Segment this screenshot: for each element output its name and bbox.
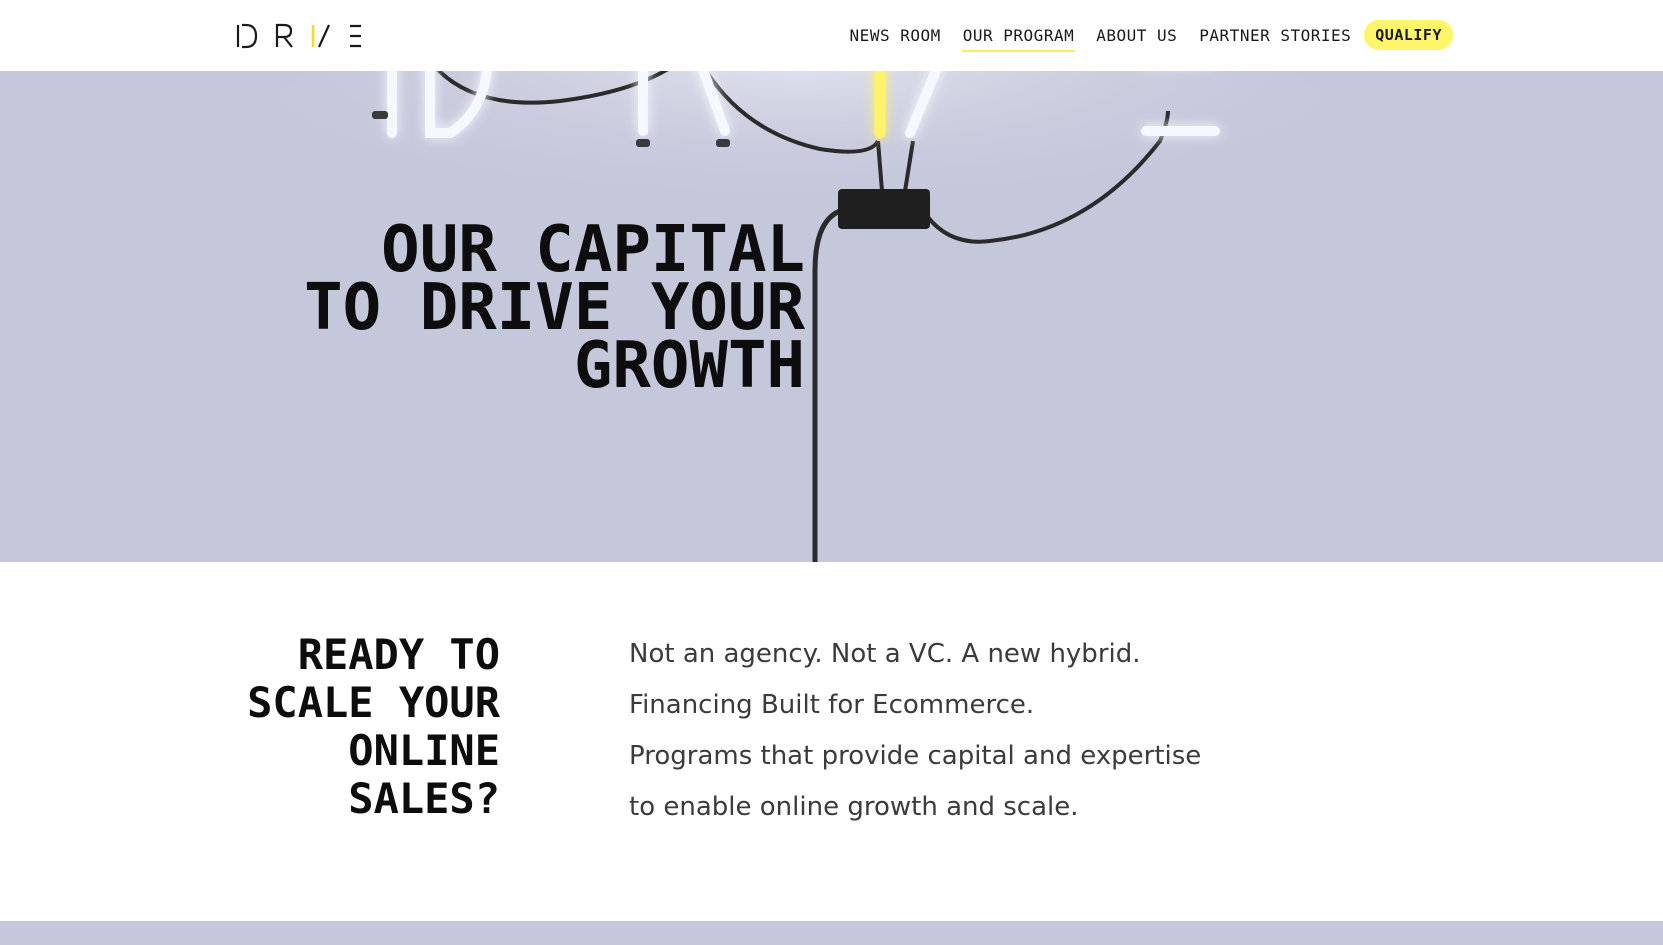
site-header: NEWS ROOM OUR PROGRAM ABOUT US PARTNER S…	[0, 0, 1663, 71]
next-section-band	[0, 921, 1663, 945]
intro-paragraph-line: to enable online growth and scale.	[629, 792, 1079, 822]
intro-heading-line: SCALE YOUR	[247, 678, 500, 727]
hero-title-line: GROWTH	[573, 329, 805, 403]
intro-heading-line: SALES?	[348, 774, 500, 823]
nav-partner-stories[interactable]: PARTNER STORIES	[1188, 21, 1362, 50]
main-nav: NEWS ROOM OUR PROGRAM ABOUT US PARTNER S…	[839, 20, 1453, 52]
intro-heading-line: READY TO	[297, 630, 500, 679]
intro-paragraph: Not an agency. Not a VC. A new hybrid. F…	[629, 629, 1249, 833]
nav-news-room[interactable]: NEWS ROOM	[839, 21, 952, 50]
qualify-button[interactable]: QUALIFY	[1364, 20, 1453, 50]
intro-paragraph-line: Financing Built for Ecommerce.	[629, 690, 1035, 720]
intro-section: READY TO SCALE YOUR ONLINE SALES? Not an…	[0, 562, 1663, 921]
hero-section: OUR CAPITAL TO DRIVE YOUR GROWTH	[0, 71, 1663, 562]
intro-paragraph-line: Not an agency. Not a VC. A new hybrid.	[629, 639, 1141, 669]
drive-logo-icon	[236, 23, 361, 49]
intro-heading-line: ONLINE	[348, 726, 500, 775]
nav-about-us[interactable]: ABOUT US	[1085, 21, 1188, 50]
intro-heading: READY TO SCALE YOUR ONLINE SALES?	[247, 631, 500, 823]
drive-logo[interactable]	[236, 21, 366, 51]
neon-sign-image	[280, 71, 1320, 562]
nav-our-program[interactable]: OUR PROGRAM	[952, 21, 1085, 52]
hero-title: OUR CAPITAL TO DRIVE YOUR GROWTH	[304, 218, 805, 403]
intro-paragraph-line: Programs that provide capital and expert…	[629, 741, 1202, 771]
